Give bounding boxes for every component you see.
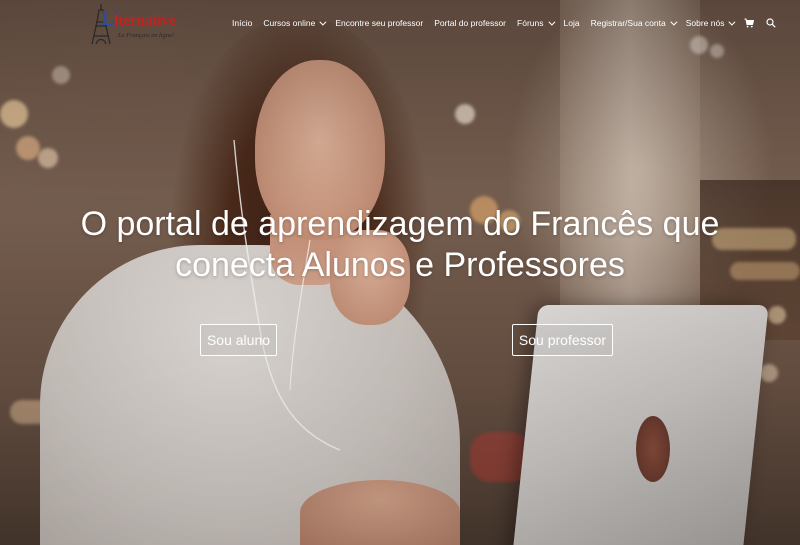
logo-tagline: Le Français en ligne! xyxy=(118,32,175,39)
main-navigation: Início Cursos online Encontre seu profes… xyxy=(232,16,788,30)
nav-item-label: Cursos online xyxy=(263,18,316,28)
nav-item-foruns[interactable]: Fóruns xyxy=(517,18,555,28)
site-header: L' lternative Le Français en ligne! Iníc… xyxy=(0,0,800,48)
chevron-down-icon xyxy=(728,18,736,26)
search-icon xyxy=(766,18,777,28)
nav-item-label: Encontre seu professor xyxy=(335,18,424,28)
chevron-down-icon xyxy=(547,18,555,26)
search-button[interactable] xyxy=(766,18,777,28)
cart-icon xyxy=(744,18,755,28)
nav-item-label: Loja xyxy=(563,18,580,28)
hero-headline-line1: O portal de aprendizagem do Francês que xyxy=(80,205,720,243)
site-logo[interactable]: L' lternative Le Français en ligne! xyxy=(84,2,176,46)
nav-item-label: Portal do professor xyxy=(434,18,507,28)
nav-item-sobre-nos[interactable]: Sobre nós xyxy=(685,18,736,28)
teacher-button[interactable]: Sou professor xyxy=(512,324,613,356)
nav-item-label: Sobre nós xyxy=(685,18,725,28)
hero-headline-line2: conecta Alunos e Professores xyxy=(175,246,625,284)
nav-item-registrar-conta[interactable]: Registrar/Sua conta xyxy=(590,18,678,28)
chevron-down-icon xyxy=(670,18,678,26)
nav-item-encontre-professor[interactable]: Encontre seu professor xyxy=(335,18,423,28)
student-button[interactable]: Sou aluno xyxy=(200,324,277,356)
nav-item-inicio[interactable]: Início xyxy=(232,18,252,28)
hero-headline: O portal de aprendizagem do Francês que … xyxy=(50,204,750,286)
teacher-button-label: Sou professor xyxy=(518,332,607,348)
cart-button[interactable] xyxy=(744,18,755,28)
logo-wordmark: lternative xyxy=(114,13,176,29)
nav-item-portal-professor[interactable]: Portal do professor xyxy=(434,18,506,28)
nav-item-label: Fóruns xyxy=(517,18,544,28)
student-button-label: Sou aluno xyxy=(206,332,271,348)
chevron-down-icon xyxy=(319,18,327,26)
nav-item-label: Registrar/Sua conta xyxy=(590,18,666,28)
nav-item-loja[interactable]: Loja xyxy=(564,18,580,28)
nav-item-cursos-online[interactable]: Cursos online xyxy=(263,18,327,28)
nav-item-label: Início xyxy=(232,18,253,28)
